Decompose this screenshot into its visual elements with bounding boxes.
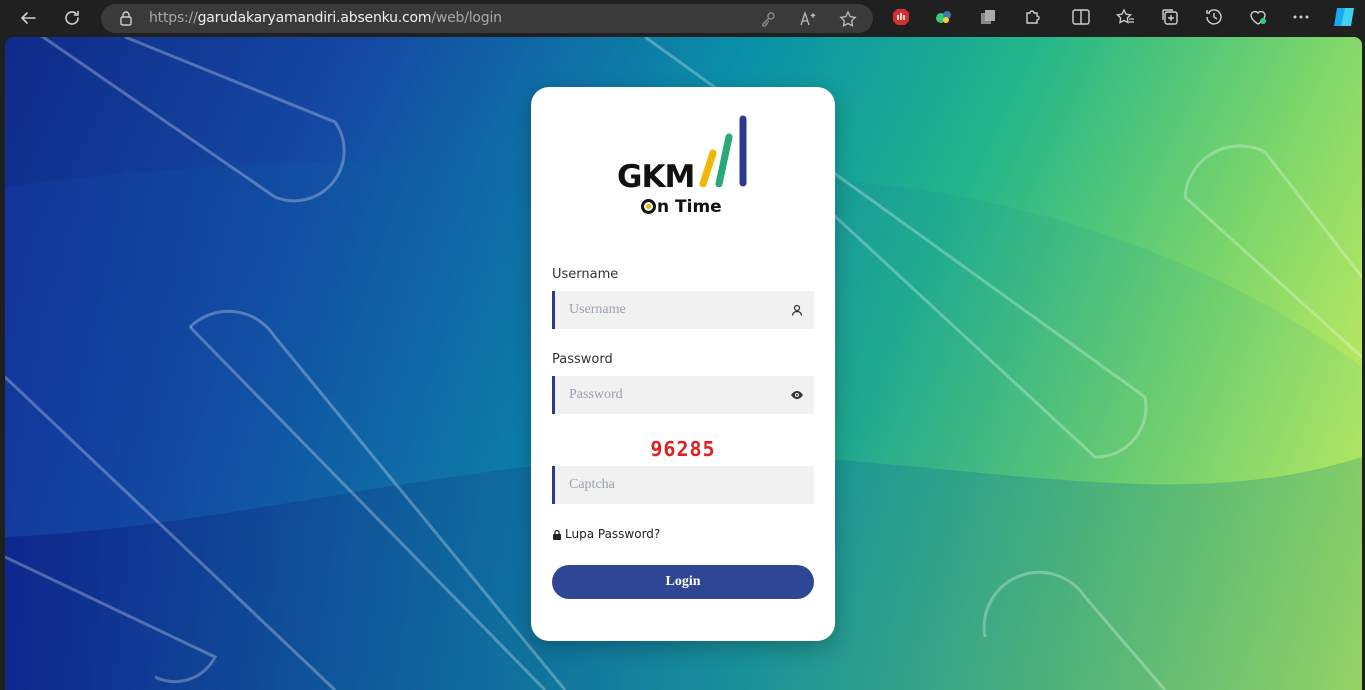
forgot-password-link[interactable]: Lupa Password? bbox=[552, 527, 660, 541]
browser-essentials-icon[interactable] bbox=[1248, 7, 1268, 27]
signal-bars-icon bbox=[699, 115, 747, 187]
refresh-button[interactable] bbox=[58, 4, 86, 32]
back-button[interactable] bbox=[14, 4, 42, 32]
password-label: Password bbox=[552, 352, 613, 367]
forgot-password-text[interactable]: Lupa Password? bbox=[565, 527, 660, 541]
split-screen-icon[interactable] bbox=[1071, 7, 1091, 27]
adblock-extension-icon[interactable] bbox=[891, 7, 911, 27]
extension-color-icon[interactable] bbox=[934, 7, 954, 27]
collections-icon[interactable] bbox=[1160, 7, 1180, 27]
more-menu-icon[interactable] bbox=[1291, 7, 1311, 27]
history-icon[interactable] bbox=[1204, 7, 1224, 27]
captcha-code: 96285 bbox=[650, 437, 716, 461]
back-arrow-icon bbox=[20, 12, 36, 24]
gkm-logo: GKM n Time bbox=[615, 115, 751, 219]
username-label: Username bbox=[552, 267, 619, 282]
page-viewport: GKM n Time Username Password 96285 Lupa … bbox=[5, 37, 1362, 690]
user-icon bbox=[791, 304, 803, 316]
password-input[interactable] bbox=[555, 376, 814, 414]
password-field[interactable] bbox=[552, 376, 814, 414]
address-bar[interactable]: https://garudakaryamandiri.absenku.com/w… bbox=[101, 4, 873, 33]
extensions-puzzle-icon[interactable] bbox=[1023, 7, 1043, 27]
logo-tagline: n Time bbox=[641, 197, 722, 217]
read-aloud-icon[interactable] bbox=[799, 10, 817, 28]
lock-icon[interactable] bbox=[118, 10, 134, 26]
username-input[interactable] bbox=[555, 291, 814, 329]
key-icon[interactable] bbox=[759, 10, 777, 28]
login-card: GKM n Time Username Password 96285 Lupa … bbox=[531, 87, 835, 641]
copilot-icon[interactable] bbox=[1331, 4, 1357, 30]
logo-wordmark: GKM bbox=[617, 159, 695, 195]
favorite-star-icon[interactable] bbox=[839, 10, 857, 28]
refresh-icon bbox=[65, 10, 79, 25]
username-field[interactable] bbox=[552, 291, 814, 329]
eye-icon[interactable] bbox=[790, 388, 804, 402]
lock-small-icon bbox=[553, 529, 561, 540]
favorites-icon[interactable] bbox=[1115, 7, 1135, 27]
clock-o-icon bbox=[641, 199, 656, 214]
url-text: https://garudakaryamandiri.absenku.com/w… bbox=[149, 10, 502, 26]
browser-toolbar: https://garudakaryamandiri.absenku.com/w… bbox=[0, 0, 1365, 37]
login-button[interactable]: Login bbox=[552, 565, 814, 599]
captcha-input[interactable] bbox=[555, 466, 814, 504]
extension-copy-icon[interactable] bbox=[978, 7, 998, 27]
captcha-field[interactable] bbox=[552, 466, 814, 504]
logo-tagline-text: n Time bbox=[657, 197, 722, 217]
